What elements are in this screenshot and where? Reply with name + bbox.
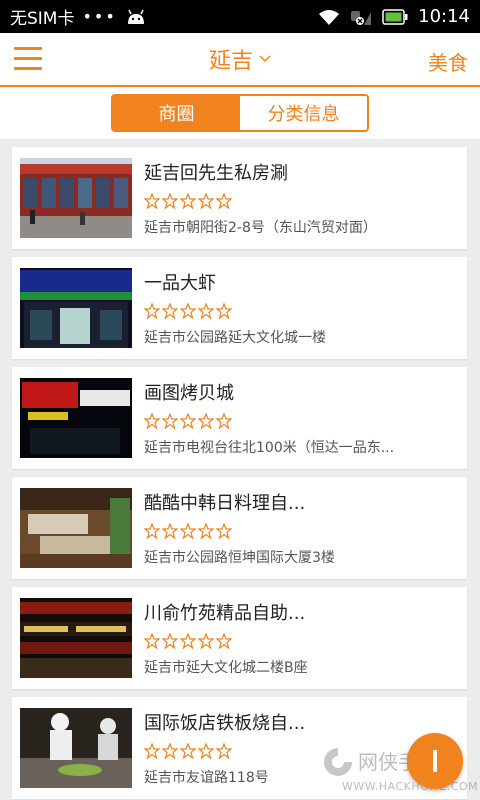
- star-icon: [162, 523, 178, 539]
- star-icon: [216, 523, 232, 539]
- star-icon: [198, 633, 214, 649]
- rating-stars: [144, 193, 467, 209]
- status-bar: 无SIM卡 ••• 10:14: [0, 0, 480, 33]
- restaurant-address: 延吉市电视台往北100米（恒达一品东...: [144, 440, 395, 456]
- restaurant-name: 画图烤贝城: [144, 383, 234, 404]
- restaurant-name: 国际饭店铁板烧自...: [144, 713, 306, 734]
- restaurant-name: 一品大虾: [144, 273, 216, 294]
- chevron-down-icon: [259, 55, 271, 63]
- restaurant-photo: [20, 158, 132, 238]
- star-icon: [216, 413, 232, 429]
- star-icon: [198, 193, 214, 209]
- star-icon: [198, 523, 214, 539]
- star-icon: [144, 633, 160, 649]
- restaurant-address: 延吉市友谊路118号: [144, 770, 269, 786]
- star-icon: [180, 413, 196, 429]
- rating-stars: [144, 413, 467, 429]
- star-icon: [162, 413, 178, 429]
- list-item[interactable]: 延吉回先生私房涮 延吉市朝阳街2-8号（东山汽贸对面）: [12, 147, 467, 249]
- category-button[interactable]: 美食: [428, 47, 468, 76]
- restaurant-address: 延吉市延大文化城二楼B座: [144, 660, 308, 676]
- star-icon: [162, 633, 178, 649]
- notification-dots: •••: [82, 7, 117, 26]
- star-icon: [180, 303, 196, 319]
- star-icon: [162, 303, 178, 319]
- restaurant-photo: [20, 708, 132, 788]
- list-item[interactable]: 川俞竹苑精品自助... 延吉市延大文化城二楼B座: [12, 587, 467, 689]
- battery-icon: [382, 8, 408, 25]
- list-item[interactable]: 酷酷中韩日料理自... 延吉市公园路恒坤国际大厦3楼: [12, 477, 467, 579]
- rating-stars: [144, 633, 467, 649]
- list-item[interactable]: 一品大虾 延吉市公园路延大文化城一楼: [12, 257, 467, 359]
- city-selector[interactable]: 延吉: [209, 43, 271, 75]
- restaurant-address: 延吉市公园路延大文化城一楼: [144, 330, 326, 346]
- tab-category-info[interactable]: 分类信息: [240, 96, 367, 130]
- restaurant-photo: [20, 488, 132, 568]
- star-icon: [198, 413, 214, 429]
- star-icon: [180, 523, 196, 539]
- rating-stars: [144, 303, 467, 319]
- star-icon: [216, 193, 232, 209]
- list-item[interactable]: 画图烤贝城 延吉市电视台往北100米（恒达一品东...: [12, 367, 467, 469]
- rating-stars: [144, 523, 467, 539]
- carrier-label: 无SIM卡: [10, 9, 75, 29]
- restaurant-name: 川俞竹苑精品自助...: [144, 603, 306, 624]
- signal-icon: [351, 10, 372, 25]
- restaurant-address: 延吉市公园路恒坤国际大厦3楼: [144, 550, 335, 566]
- restaurant-photo: [20, 378, 132, 458]
- star-icon: [216, 633, 232, 649]
- star-icon: [144, 413, 160, 429]
- star-icon: [198, 303, 214, 319]
- star-icon: [216, 303, 232, 319]
- restaurant-name: 酷酷中韩日料理自...: [144, 493, 306, 514]
- star-icon: [144, 193, 160, 209]
- city-label: 延吉: [208, 49, 253, 74]
- tab-business-district[interactable]: 商圈: [113, 96, 240, 130]
- segmented-tabs: 商圈 分类信息: [111, 94, 369, 132]
- menu-icon[interactable]: [14, 47, 42, 71]
- star-icon: [180, 633, 196, 649]
- star-icon: [162, 743, 178, 759]
- star-icon: [180, 743, 196, 759]
- add-icon: [433, 750, 437, 772]
- restaurant-list: 延吉回先生私房涮 延吉市朝阳街2-8号（东山汽贸对面） 一品大虾 延吉市公园路延…: [12, 147, 467, 800]
- star-icon: [216, 743, 232, 759]
- star-icon: [144, 523, 160, 539]
- star-icon: [162, 193, 178, 209]
- restaurant-photo: [20, 598, 132, 678]
- list-item[interactable]: 国际饭店铁板烧自... 延吉市友谊路118号: [12, 697, 467, 799]
- floating-action-button[interactable]: [407, 733, 463, 789]
- restaurant-name: 延吉回先生私房涮: [144, 163, 288, 184]
- star-icon: [198, 743, 214, 759]
- clock: 10:14: [418, 6, 470, 27]
- wifi-icon: [319, 9, 340, 25]
- app-header: 延吉 美食: [0, 33, 480, 87]
- android-icon: [127, 9, 144, 24]
- restaurant-address: 延吉市朝阳街2-8号（东山汽贸对面）: [144, 220, 377, 236]
- star-icon: [144, 743, 160, 759]
- star-icon: [144, 303, 160, 319]
- tab-bar: 商圈 分类信息: [0, 87, 480, 139]
- star-icon: [180, 193, 196, 209]
- restaurant-photo: [20, 268, 132, 348]
